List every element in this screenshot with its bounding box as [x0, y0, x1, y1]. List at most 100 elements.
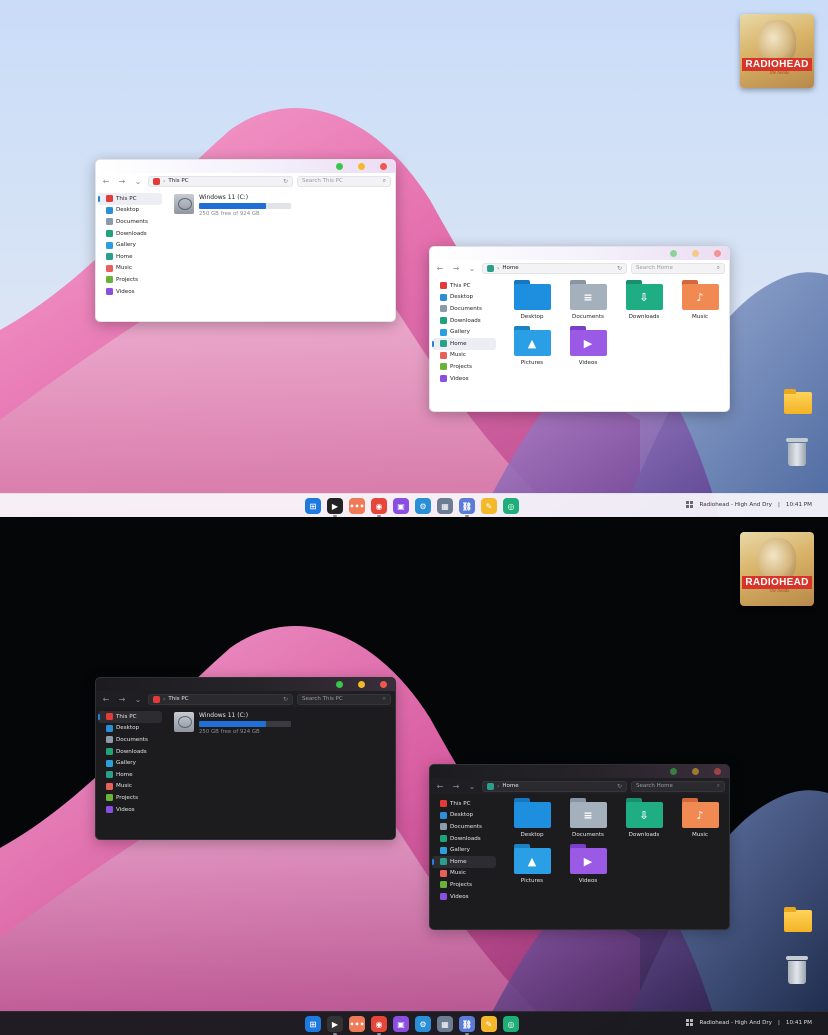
windows-start-icon[interactable]: ⊞: [305, 1016, 321, 1032]
android-icon[interactable]: ◎: [503, 498, 519, 514]
media-player-icon[interactable]: ▶: [327, 498, 343, 517]
refresh-icon[interactable]: ↻: [283, 178, 288, 185]
desktop-folder-shortcut[interactable]: [784, 389, 812, 414]
folder-music[interactable]: ♪ Music: [672, 798, 728, 838]
sidebar-item-projects[interactable]: Projects: [430, 361, 496, 373]
back-arrow-icon[interactable]: ←: [434, 262, 446, 274]
sidebar-item-desktop[interactable]: Desktop: [430, 292, 496, 304]
steam-icon[interactable]: ⚙: [415, 1016, 431, 1032]
forward-arrow-icon[interactable]: →: [116, 175, 128, 187]
search-input[interactable]: Search This PC ⌕: [297, 693, 391, 705]
search-input[interactable]: Search Home ⌕: [631, 262, 725, 274]
folder-videos[interactable]: ▶ Videos: [560, 844, 616, 884]
browser-icon[interactable]: ◉: [371, 498, 387, 517]
refresh-icon[interactable]: ↻: [617, 265, 622, 272]
maximize-button[interactable]: [670, 768, 677, 775]
clock[interactable]: 10:41 PM: [786, 502, 812, 508]
link-icon[interactable]: ⛓: [459, 498, 475, 517]
maximize-button[interactable]: [336, 681, 343, 688]
back-arrow-icon[interactable]: ←: [100, 175, 112, 187]
sidebar-item-this-pc[interactable]: This PC: [98, 711, 162, 723]
folder-documents[interactable]: ≡ Documents: [560, 280, 616, 320]
refresh-icon[interactable]: ↻: [617, 783, 622, 790]
address-bar[interactable]: › This PC ↻: [148, 693, 293, 705]
sidebar-item-downloads[interactable]: Downloads: [430, 315, 496, 327]
calculator-icon[interactable]: ▦: [437, 1016, 453, 1032]
notes-icon[interactable]: ✎: [481, 1016, 497, 1032]
minimize-button[interactable]: [692, 768, 699, 775]
desktop-folder-shortcut[interactable]: [784, 907, 812, 932]
close-button[interactable]: [380, 163, 387, 170]
this-pc-window[interactable]: ← → ⌄ › This PC ↻ Search This PC ⌕ This …: [95, 159, 396, 322]
sidebar-item-projects[interactable]: Projects: [96, 274, 162, 286]
sidebar-item-downloads[interactable]: Downloads: [96, 228, 162, 240]
sidebar-item-music[interactable]: Music: [96, 263, 162, 275]
widgets-icon[interactable]: [686, 1019, 694, 1026]
sidebar-item-home[interactable]: Home: [432, 337, 496, 350]
app-launcher-icon[interactable]: •••: [349, 1016, 365, 1032]
recycle-bin[interactable]: [786, 956, 808, 984]
folder-music[interactable]: ♪ Music: [672, 280, 728, 320]
media-player-icon[interactable]: ▶: [327, 1016, 343, 1035]
sidebar-item-gallery[interactable]: Gallery: [430, 844, 496, 856]
address-bar[interactable]: › Home ↻: [482, 262, 627, 274]
history-chevron-icon[interactable]: ⌄: [132, 693, 144, 705]
video-icon[interactable]: ▣: [393, 1016, 409, 1032]
title-bar[interactable]: [430, 765, 729, 778]
sidebar-item-documents[interactable]: Documents: [96, 216, 162, 228]
sidebar-item-this-pc[interactable]: This PC: [430, 798, 496, 810]
drive-c[interactable]: Windows 11 (C:) 250 GB free of 924 GB: [174, 194, 291, 217]
clock[interactable]: 10:41 PM: [786, 1020, 812, 1026]
back-arrow-icon[interactable]: ←: [100, 693, 112, 705]
sidebar-item-videos[interactable]: Videos: [96, 804, 162, 816]
link-icon[interactable]: ⛓: [459, 1016, 475, 1035]
now-playing-text[interactable]: Radiohead - High And Dry: [699, 502, 772, 508]
sidebar-item-home[interactable]: Home: [96, 251, 162, 263]
sidebar-item-videos[interactable]: Videos: [96, 286, 162, 298]
maximize-button[interactable]: [670, 250, 677, 257]
this-pc-window[interactable]: ← → ⌄ › This PC ↻ Search This PC ⌕ This …: [95, 677, 396, 840]
drive-c[interactable]: Windows 11 (C:) 250 GB free of 924 GB: [174, 712, 291, 735]
history-chevron-icon[interactable]: ⌄: [466, 262, 478, 274]
sidebar-item-home[interactable]: Home: [432, 855, 496, 868]
sidebar-item-downloads[interactable]: Downloads: [96, 746, 162, 758]
title-bar[interactable]: [96, 160, 395, 173]
folder-downloads[interactable]: ⇩ Downloads: [616, 280, 672, 320]
folder-pictures[interactable]: ▲ Pictures: [504, 844, 560, 884]
sidebar-item-gallery[interactable]: Gallery: [96, 757, 162, 769]
steam-icon[interactable]: ⚙: [415, 498, 431, 514]
sidebar-item-desktop[interactable]: Desktop: [430, 810, 496, 822]
back-arrow-icon[interactable]: ←: [434, 780, 446, 792]
history-chevron-icon[interactable]: ⌄: [466, 780, 478, 792]
maximize-button[interactable]: [336, 163, 343, 170]
sidebar-item-music[interactable]: Music: [96, 781, 162, 793]
folder-desktop[interactable]: Desktop: [504, 798, 560, 838]
now-playing-text[interactable]: Radiohead - High And Dry: [699, 1020, 772, 1026]
minimize-button[interactable]: [692, 250, 699, 257]
search-input[interactable]: Search This PC ⌕: [297, 175, 391, 187]
sidebar-item-gallery[interactable]: Gallery: [96, 239, 162, 251]
sidebar-item-videos[interactable]: Videos: [430, 891, 496, 903]
sidebar-item-downloads[interactable]: Downloads: [430, 833, 496, 845]
close-button[interactable]: [714, 768, 721, 775]
folder-videos[interactable]: ▶ Videos: [560, 326, 616, 366]
minimize-button[interactable]: [358, 681, 365, 688]
sidebar-item-projects[interactable]: Projects: [96, 792, 162, 804]
sidebar-item-desktop[interactable]: Desktop: [96, 205, 162, 217]
sidebar-item-this-pc[interactable]: This PC: [430, 280, 496, 292]
refresh-icon[interactable]: ↻: [283, 696, 288, 703]
sidebar-item-projects[interactable]: Projects: [430, 879, 496, 891]
calculator-icon[interactable]: ▦: [437, 498, 453, 514]
album-art-widget[interactable]: RADIOHEAD the bends: [740, 532, 814, 606]
sidebar-item-documents[interactable]: Documents: [430, 821, 496, 833]
widgets-icon[interactable]: [686, 501, 694, 508]
android-icon[interactable]: ◎: [503, 1016, 519, 1032]
forward-arrow-icon[interactable]: →: [450, 780, 462, 792]
notes-icon[interactable]: ✎: [481, 498, 497, 514]
minimize-button[interactable]: [358, 163, 365, 170]
windows-start-icon[interactable]: ⊞: [305, 498, 321, 514]
recycle-bin[interactable]: [786, 438, 808, 466]
sidebar-item-documents[interactable]: Documents: [430, 303, 496, 315]
folder-pictures[interactable]: ▲ Pictures: [504, 326, 560, 366]
app-launcher-icon[interactable]: •••: [349, 498, 365, 514]
